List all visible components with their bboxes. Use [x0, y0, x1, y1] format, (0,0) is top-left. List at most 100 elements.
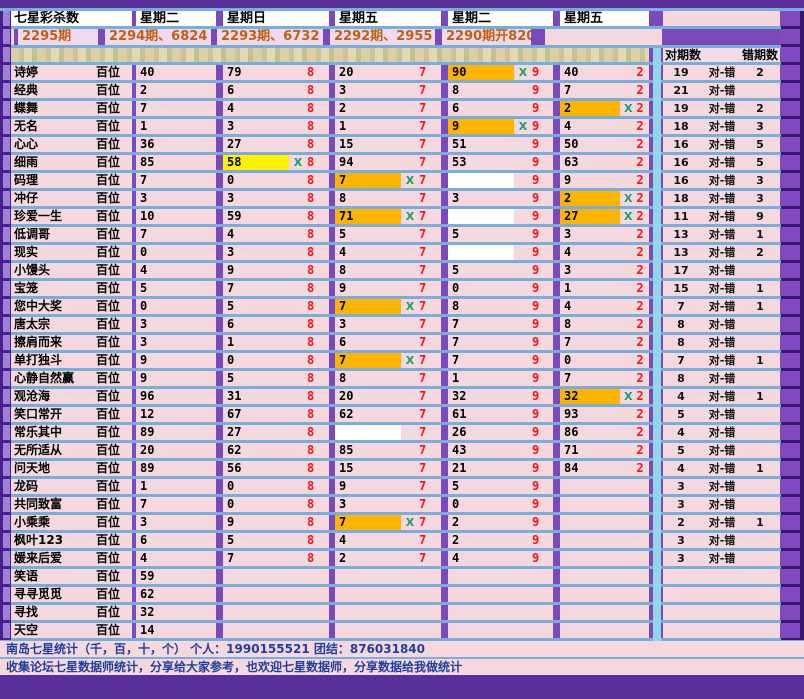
kill-value-cell — [560, 515, 649, 530]
row-name-cell: 龙码百位 — [10, 479, 132, 494]
kill-value-cell: 89 — [136, 425, 216, 440]
column-header-day-4: 星期二 — [448, 11, 553, 26]
dui-cuo-label: 对-错 — [699, 317, 745, 332]
teal-divider — [653, 209, 661, 227]
result-cell: 19对-错2 — [663, 101, 780, 116]
kill-value-cell: 20 — [136, 443, 216, 458]
kill-value: 71 — [560, 443, 620, 458]
hit-x-icon — [401, 155, 419, 170]
draw-digit: 8 — [307, 425, 321, 440]
kill-value-cell: 1 — [136, 479, 216, 494]
table-row: 无名百位138179X94218对-错3 — [0, 119, 804, 137]
draw-digit: 9 — [532, 263, 546, 278]
dui-cuo-label: 对-错 — [699, 479, 745, 494]
hit-x-icon — [289, 335, 307, 350]
table-row: 寻找百位32 — [0, 605, 804, 623]
teal-divider — [653, 443, 661, 461]
kill-value: 15 — [335, 461, 401, 476]
kill-value-cell: 90X9 — [448, 65, 553, 80]
row-owner-name: 小馒头 — [10, 263, 96, 278]
hit-x-icon — [401, 227, 419, 242]
row-owner-name: 观沧海 — [10, 389, 96, 404]
miss-count: 3 — [745, 119, 775, 134]
row-name-cell: 寻寻觅觅百位 — [10, 587, 132, 602]
kill-value: 6 — [136, 533, 216, 548]
result-cell: 4对-错1 — [663, 461, 780, 476]
kill-value: 3 — [136, 191, 216, 206]
row-owner-name: 细雨 — [10, 155, 96, 170]
kill-value: 9 — [136, 353, 216, 368]
draw-digit: 7 — [419, 497, 433, 512]
dui-cuo-label: 对-错 — [699, 83, 745, 98]
hit-x-icon — [514, 335, 532, 350]
hit-x-icon — [401, 551, 419, 566]
hit-x-icon — [620, 65, 636, 80]
teal-divider — [653, 101, 661, 119]
hit-x-icon — [514, 515, 532, 530]
draw-digit: 8 — [307, 119, 321, 134]
kill-value-cell: 402 — [560, 65, 649, 80]
kill-value-cell: 157 — [335, 137, 441, 152]
kill-value: 85 — [136, 155, 216, 170]
row-owner-name: 低调哥 — [10, 227, 96, 242]
kill-value-cell: 48 — [223, 227, 329, 242]
kill-value: 9 — [560, 173, 620, 188]
row-name-cell: 细雨百位 — [10, 155, 132, 170]
kill-value-cell: 10 — [136, 209, 216, 224]
draw-digit: 7 — [419, 209, 433, 224]
kill-value: 7 — [560, 371, 620, 386]
row-name-cell: 擦肩而来百位 — [10, 335, 132, 350]
dui-cuo-label: 对-错 — [699, 425, 745, 440]
match-count: 13 — [663, 245, 699, 260]
match-count: 19 — [663, 101, 699, 116]
miss-count — [745, 317, 775, 332]
hit-x-icon — [620, 353, 636, 368]
kill-value: 2 — [335, 551, 401, 566]
kill-value-cell: 207 — [335, 65, 441, 80]
kill-value: 0 — [223, 497, 289, 512]
kill-value-cell — [448, 569, 553, 584]
match-count: 17 — [663, 263, 699, 278]
draw-digit: 7 — [419, 335, 433, 350]
teal-divider — [653, 407, 661, 425]
kill-value: 8 — [560, 317, 620, 332]
draw-digit: 2 — [636, 461, 649, 476]
kill-value: 15 — [335, 137, 401, 152]
kill-value: 8 — [335, 371, 401, 386]
kill-value: 14 — [136, 623, 216, 638]
miss-count — [745, 479, 775, 494]
row-name-cell: 问天地百位 — [10, 461, 132, 476]
result-cell: 2对-错1 — [663, 515, 780, 530]
match-count: 19 — [663, 65, 699, 80]
result-cell: 8对-错 — [663, 371, 780, 386]
draw-digit: 7 — [419, 119, 433, 134]
draw-digit: 7 — [419, 425, 433, 440]
hit-x-icon: X — [289, 155, 307, 170]
dui-cuo-label: 对-错 — [699, 353, 745, 368]
row-owner-name: 笑口常开 — [10, 407, 96, 422]
kill-value: 3 — [560, 263, 620, 278]
kill-value-cell — [560, 533, 649, 548]
header-right-blank — [545, 29, 662, 45]
dui-cuo-label: 对-错 — [699, 533, 745, 548]
hit-x-icon: X — [401, 353, 419, 368]
dui-cuo-label: 对-错 — [699, 101, 745, 116]
dui-cuo-label: 对-错 — [699, 443, 745, 458]
draw-digit: 7 — [419, 551, 433, 566]
row-owner-name: 诗婷 — [10, 65, 96, 80]
match-count: 21 — [663, 83, 699, 98]
table-row: 共同致富百位70837093对-错 — [0, 497, 804, 515]
draw-digit: 2 — [636, 353, 649, 368]
kill-value: 7 — [448, 335, 514, 350]
kill-value: 5 — [136, 281, 216, 296]
draw-digit: 7 — [419, 353, 433, 368]
kill-value: 0 — [223, 353, 289, 368]
row-owner-name: 寻寻觅觅 — [10, 587, 96, 602]
draw-digit: 2 — [636, 227, 649, 242]
hit-x-icon — [289, 389, 307, 404]
dui-cuo-label: 对-错 — [699, 335, 745, 350]
dui-cuo-label: 对-错 — [699, 227, 745, 242]
position-label: 百位 — [96, 83, 132, 98]
kill-value: 3 — [136, 335, 216, 350]
draw-digit: 2 — [636, 245, 649, 260]
